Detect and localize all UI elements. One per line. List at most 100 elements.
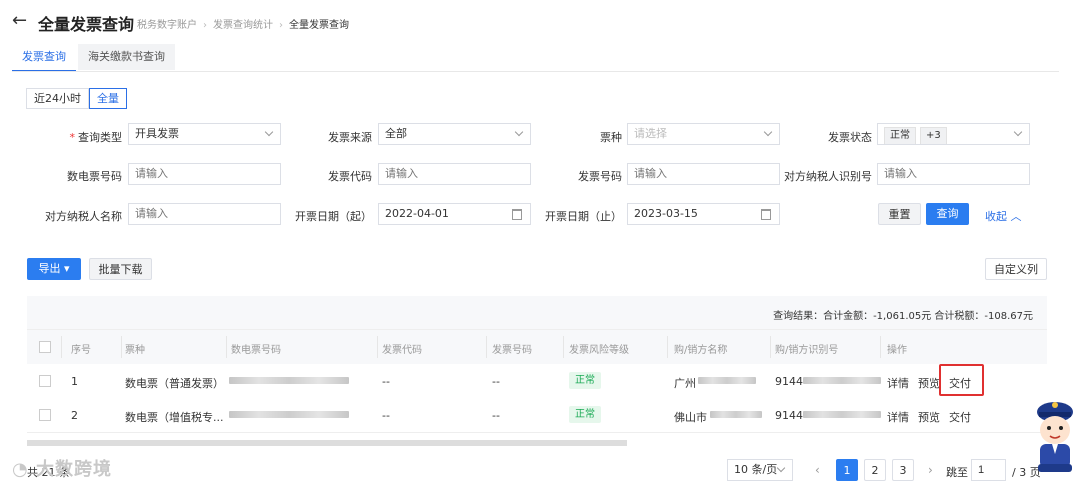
summary-text: 查询结果：合计金额：-1,061.05元 合计税额：-108.67元: [773, 311, 1033, 322]
reset-button[interactable]: 重置: [878, 203, 921, 225]
breadcrumb-separator-icon: ›: [279, 20, 283, 31]
required-mark: *: [69, 131, 76, 144]
row-party-name: 佛山市: [674, 411, 707, 424]
page-size-select[interactable]: 10 条/页: [727, 459, 793, 481]
date-start-label: 开票日期（起）: [295, 210, 372, 223]
chevron-down-icon: [776, 463, 786, 473]
col-party-name: 购/销方名称: [674, 345, 728, 356]
watermark-text: ◔ 大数跨境: [12, 459, 112, 480]
detail-link[interactable]: 详情: [887, 409, 909, 425]
ticket-type-label: 票种: [600, 131, 622, 144]
counterparty-id-label: 对方纳税人识别号: [784, 170, 872, 183]
date-end-label: 开票日期（止）: [545, 210, 622, 223]
chevron-down-icon: [763, 127, 773, 137]
back-arrow-icon[interactable]: ←: [12, 10, 27, 31]
col-risk: 发票风险等级: [569, 345, 629, 356]
page-3-button[interactable]: 3: [892, 459, 914, 481]
col-code: 发票代码: [382, 345, 422, 356]
row-checkbox[interactable]: [39, 409, 51, 421]
deliver-link[interactable]: 交付: [949, 409, 971, 425]
breadcrumb-item[interactable]: 发票查询统计: [213, 20, 273, 31]
invoice-code-input[interactable]: [378, 163, 531, 185]
page-1-button[interactable]: 1: [836, 459, 858, 481]
watermark-logo-icon: ◔: [12, 459, 36, 480]
redacted-digital-no: [229, 411, 349, 418]
col-party-id: 购/销方识别号: [775, 345, 839, 356]
breadcrumb-current: 全量发票查询: [289, 20, 349, 31]
chevron-down-icon: [1013, 127, 1023, 137]
digital-no-input[interactable]: [128, 163, 281, 185]
row-type: 数电票（普通发票）: [125, 377, 224, 390]
search-button[interactable]: 查询: [926, 203, 969, 225]
date-end-picker[interactable]: 2023-03-15: [627, 203, 780, 225]
prev-page-icon[interactable]: ‹: [815, 463, 820, 477]
invoice-no-input[interactable]: [627, 163, 780, 185]
chevron-down-icon: ▾: [63, 262, 70, 275]
row-party-id: 9144: [775, 375, 803, 388]
risk-badge: 正常: [569, 372, 601, 389]
row-party-name: 广州: [674, 377, 696, 390]
horizontal-scrollbar[interactable]: [27, 440, 627, 446]
source-label: 发票来源: [328, 131, 372, 144]
row-party-id: 9144: [775, 409, 803, 422]
row-type: 数电票（增值税专...: [125, 411, 224, 424]
query-type-select[interactable]: 开具发票: [128, 123, 281, 145]
row-code: --: [382, 375, 390, 388]
row-number: --: [492, 375, 500, 388]
status-label: 发票状态: [828, 131, 872, 144]
row-code: --: [382, 409, 390, 422]
tab-customs-query[interactable]: 海关缴款书查询: [78, 44, 175, 70]
preview-link[interactable]: 预览: [918, 409, 940, 425]
date-start-picker[interactable]: 2022-04-01: [378, 203, 531, 225]
preview-link[interactable]: 预览: [918, 375, 940, 391]
tab-divider: [12, 71, 1059, 72]
table-row: 2 数电票（增值税专... -- -- 正常 佛山市 9144 详情 预览 交付: [27, 398, 1047, 433]
risk-badge: 正常: [569, 406, 601, 423]
redacted-digital-no: [229, 377, 349, 384]
col-actions: 操作: [887, 345, 907, 356]
range-all-button[interactable]: 全量: [89, 88, 127, 109]
chevron-down-icon: [514, 127, 524, 137]
tab-invoice-query[interactable]: 发票查询: [12, 44, 76, 72]
batch-download-button[interactable]: 批量下载: [89, 258, 152, 280]
counterparty-name-label: 对方纳税人名称: [45, 210, 122, 223]
collapse-button[interactable]: 收起 ︿: [985, 208, 1022, 224]
row-number: --: [492, 409, 500, 422]
calendar-icon: [761, 209, 771, 220]
status-select[interactable]: 正常 +3: [877, 123, 1030, 145]
chevron-down-icon: [264, 127, 274, 137]
counterparty-name-input[interactable]: [128, 203, 281, 225]
col-index: 序号: [71, 345, 91, 356]
select-all-checkbox[interactable]: [39, 341, 51, 353]
custom-columns-button[interactable]: 自定义列: [985, 258, 1047, 280]
col-digital-no: 数电票号码: [231, 345, 281, 356]
summary-bar: 查询结果：合计金额：-1,061.05元 合计税额：-108.67元: [27, 296, 1047, 329]
query-type-label: * 查询类型: [69, 131, 123, 144]
row-checkbox[interactable]: [39, 375, 51, 387]
col-number: 发票号码: [492, 345, 532, 356]
chevron-up-icon: ︿: [1010, 210, 1022, 223]
table-row: 1 数电票（普通发票） -- -- 正常 广州 9144 详情 预览 交付: [27, 364, 1047, 399]
redacted-party-name: [698, 377, 756, 384]
ticket-type-select[interactable]: 请选择: [627, 123, 780, 145]
source-select[interactable]: 全部: [378, 123, 531, 145]
invoice-no-label: 发票号码: [578, 170, 622, 183]
digital-no-label: 数电票号码: [67, 170, 122, 183]
detail-link[interactable]: 详情: [887, 375, 909, 391]
status-more-tag: +3: [920, 127, 947, 144]
col-type: 票种: [125, 345, 145, 356]
range-24h-button[interactable]: 近24小时: [26, 88, 89, 109]
jump-input[interactable]: [971, 459, 1006, 481]
counterparty-id-input[interactable]: [877, 163, 1030, 185]
invoice-code-label: 发票代码: [328, 170, 372, 183]
table-header: 序号 票种 数电票号码 发票代码 发票号码 发票风险等级 购/销方名称 购/销方…: [27, 329, 1047, 365]
status-tag: 正常: [884, 127, 916, 144]
page-2-button[interactable]: 2: [864, 459, 886, 481]
redacted-party-name: [710, 411, 762, 418]
breadcrumb-separator-icon: ›: [203, 20, 207, 31]
row-index: 2: [71, 409, 78, 422]
tax-officer-mascot-icon: [1037, 402, 1073, 472]
export-button[interactable]: 导出 ▾: [27, 258, 81, 280]
next-page-icon[interactable]: ›: [928, 463, 933, 477]
breadcrumb-item[interactable]: 税务数字账户: [137, 20, 197, 31]
